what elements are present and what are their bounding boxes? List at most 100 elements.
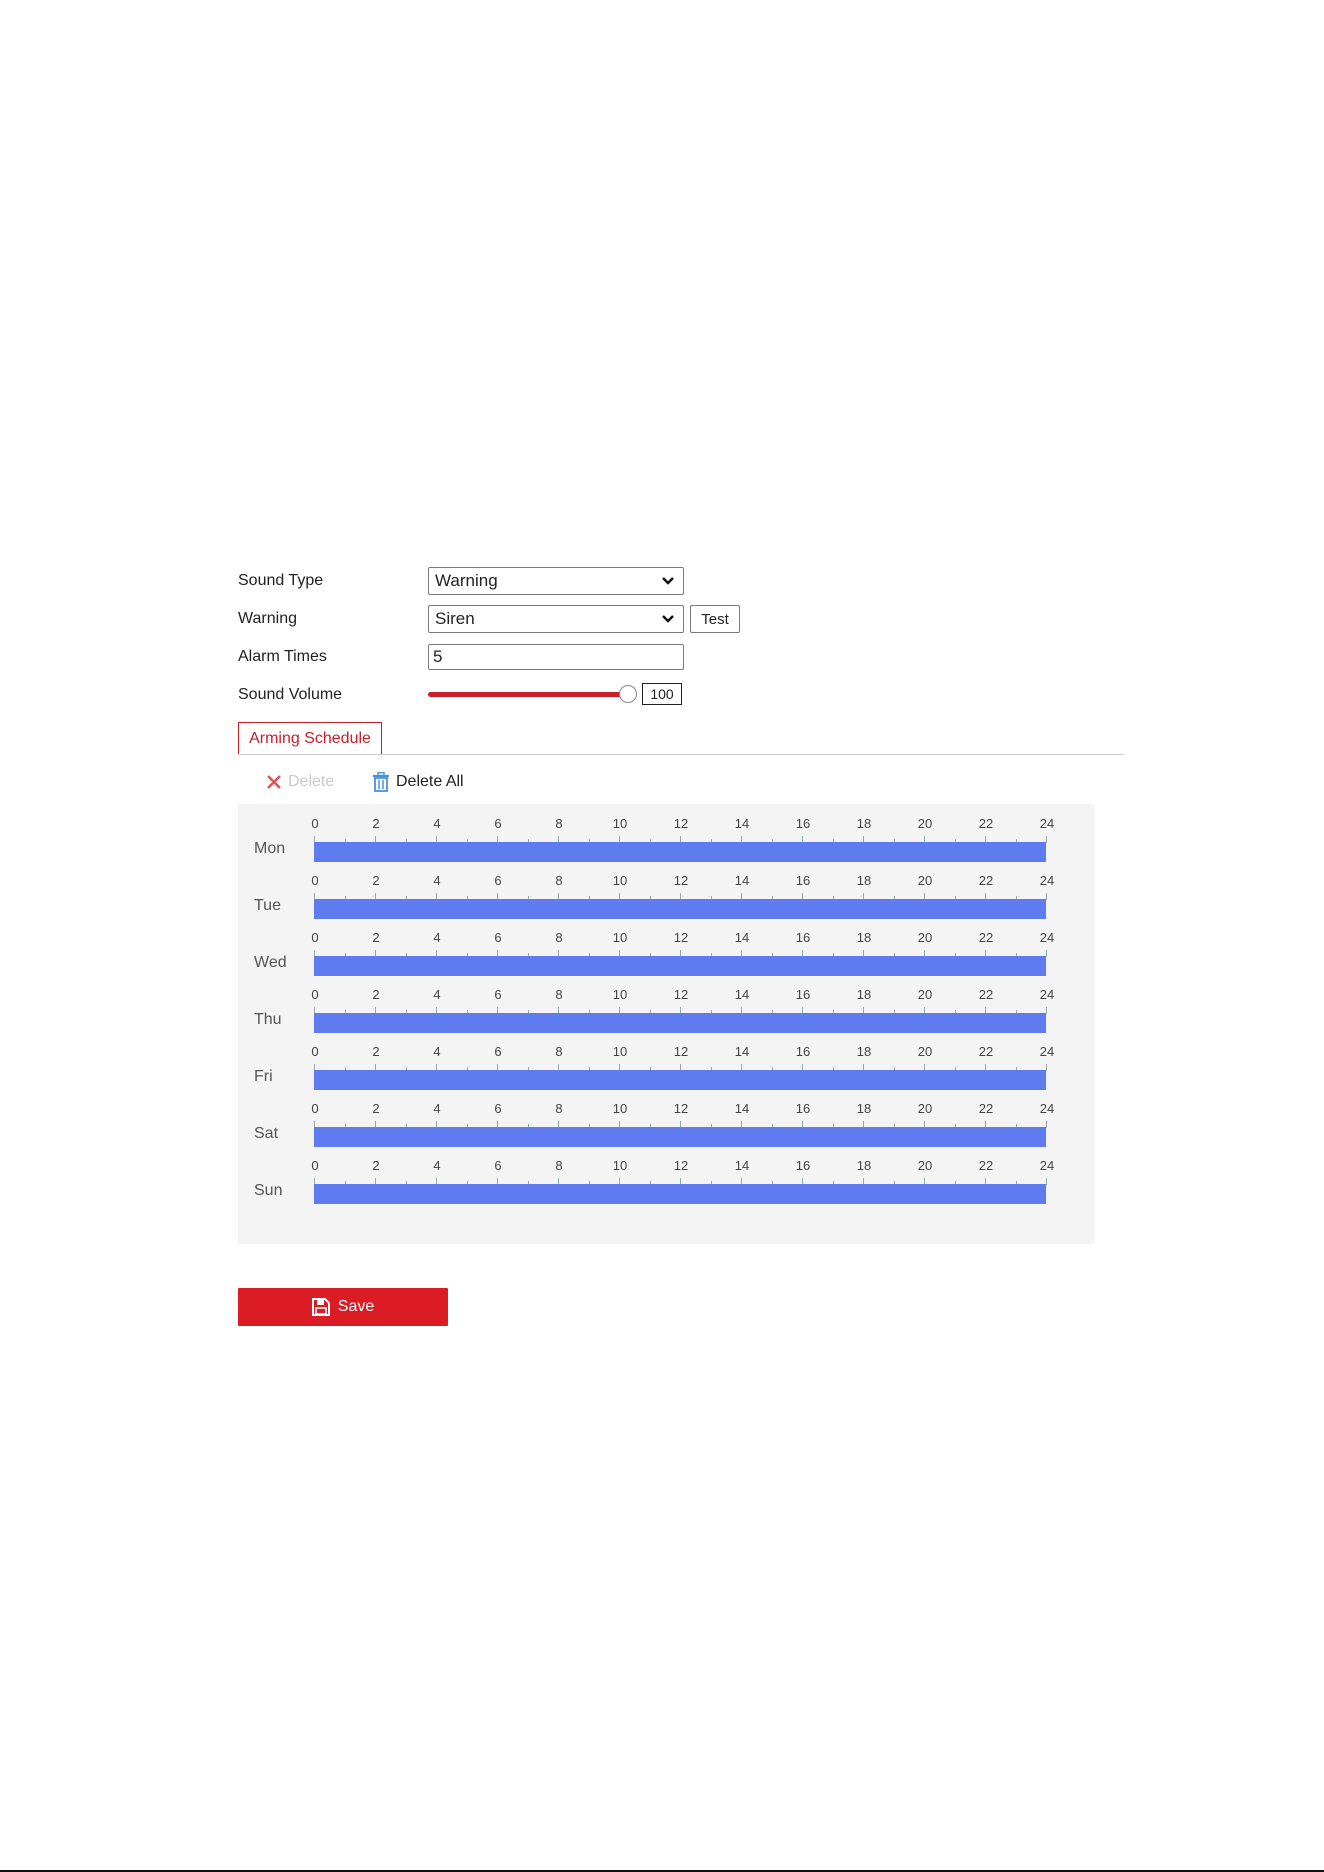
warning-row: Warning xyxy=(238,605,428,633)
warning-select[interactable]: Siren xyxy=(428,605,684,633)
hour-tick-label: 18 xyxy=(856,930,872,945)
schedule-bar[interactable] xyxy=(314,1127,1046,1147)
volume-value-box[interactable]: 100 xyxy=(642,683,682,705)
hour-tick-label: 24 xyxy=(1039,816,1055,831)
hour-tick-mark xyxy=(1046,1064,1047,1071)
hour-tick-label: 20 xyxy=(917,987,933,1002)
schedule-row-sun[interactable]: Sun 0 2 4 6 8 10 12 14 16 18 20 22 24 xyxy=(238,1158,1094,1215)
volume-slider-thumb[interactable] xyxy=(619,685,637,703)
hour-tick-label: 16 xyxy=(795,1044,811,1059)
hour-tick-label: 18 xyxy=(856,816,872,831)
hour-tick-label: 16 xyxy=(795,1101,811,1116)
alarm-times-row: Alarm Times xyxy=(238,643,428,671)
hour-tick-label: 4 xyxy=(433,816,441,831)
schedule-row-wed[interactable]: Wed 0 2 4 6 8 10 12 14 16 18 20 22 24 xyxy=(238,930,1094,987)
hour-tick-label: 12 xyxy=(673,1044,689,1059)
schedule-bar[interactable] xyxy=(314,1013,1046,1033)
hour-tick-label: 20 xyxy=(917,1158,933,1173)
schedule-bar[interactable] xyxy=(314,842,1046,862)
hour-tick-label: 12 xyxy=(673,1158,689,1173)
hour-tick-mark xyxy=(1046,836,1047,843)
hour-tick-label: 14 xyxy=(734,1158,750,1173)
schedule-row-fri[interactable]: Fri 0 2 4 6 8 10 12 14 16 18 20 22 24 xyxy=(238,1044,1094,1101)
hour-tick-label: 8 xyxy=(555,930,563,945)
hour-tick-label: 2 xyxy=(372,987,380,1002)
hour-tick-label: 6 xyxy=(494,1101,502,1116)
save-button[interactable]: Save xyxy=(238,1288,448,1326)
delete-all-button[interactable]: Delete All xyxy=(372,770,464,794)
day-label: Sun xyxy=(254,1182,283,1199)
hour-tick-label: 18 xyxy=(856,1044,872,1059)
save-label: Save xyxy=(337,1298,375,1315)
tab-divider xyxy=(238,754,1124,755)
schedule-bar[interactable] xyxy=(314,956,1046,976)
sound-volume-row: Sound Volume xyxy=(238,681,428,709)
schedule-row-mon[interactable]: Mon 0 2 4 6 8 10 12 14 16 18 20 22 24 xyxy=(238,816,1094,873)
hour-tick-label: 4 xyxy=(433,1044,441,1059)
hour-tick-label: 24 xyxy=(1039,987,1055,1002)
schedule-bar[interactable] xyxy=(314,1184,1046,1204)
delete-all-label: Delete All xyxy=(396,773,464,790)
hour-tick-label: 12 xyxy=(673,1101,689,1116)
hour-tick-label: 0 xyxy=(311,816,319,831)
alarm-times-label: Alarm Times xyxy=(238,648,327,665)
hour-tick-label: 2 xyxy=(372,1044,380,1059)
hour-tick-label: 0 xyxy=(311,1101,319,1116)
arming-schedule-grid[interactable]: Mon 0 2 4 6 8 10 12 14 16 18 20 22 24 Tue 0 2 4 6 8 10 12 14 16… xyxy=(238,804,1094,1244)
hour-tick-label: 2 xyxy=(372,1158,380,1173)
sound-volume-label: Sound Volume xyxy=(238,686,343,703)
hour-tick-label: 8 xyxy=(555,1101,563,1116)
hour-tick-label: 14 xyxy=(734,873,750,888)
hour-tick-label: 2 xyxy=(372,873,380,888)
save-icon xyxy=(311,1298,330,1316)
schedule-row-sat[interactable]: Sat 0 2 4 6 8 10 12 14 16 18 20 22 24 xyxy=(238,1101,1094,1158)
hour-tick-label: 20 xyxy=(917,930,933,945)
schedule-row-thu[interactable]: Thu 0 2 4 6 8 10 12 14 16 18 20 22 24 xyxy=(238,987,1094,1044)
sound-type-select[interactable]: Warning xyxy=(428,567,684,595)
volume-slider-track[interactable] xyxy=(428,692,628,697)
hour-tick-label: 14 xyxy=(734,1044,750,1059)
hour-tick-label: 12 xyxy=(673,930,689,945)
sound-type-value: Warning xyxy=(435,571,498,590)
hour-tick-label: 24 xyxy=(1039,1158,1055,1173)
day-label: Tue xyxy=(254,897,281,914)
sound-type-label: Sound Type xyxy=(238,572,324,589)
hour-tick-label: 24 xyxy=(1039,1044,1055,1059)
hour-tick-label: 4 xyxy=(433,1158,441,1173)
hour-tick-label: 10 xyxy=(612,816,628,831)
hour-tick-label: 8 xyxy=(555,1044,563,1059)
chevron-down-icon xyxy=(662,615,674,623)
hour-tick-label: 14 xyxy=(734,1101,750,1116)
hour-tick-label: 18 xyxy=(856,873,872,888)
hour-tick-label: 6 xyxy=(494,1044,502,1059)
hour-tick-label: 8 xyxy=(555,816,563,831)
hour-tick-label: 22 xyxy=(978,987,994,1002)
hour-tick-label: 0 xyxy=(311,930,319,945)
hour-tick-label: 16 xyxy=(795,930,811,945)
hour-tick-label: 20 xyxy=(917,1101,933,1116)
delete-button[interactable]: Delete xyxy=(266,770,334,794)
hour-tick-mark xyxy=(1046,950,1047,957)
hour-tick-label: 0 xyxy=(311,1044,319,1059)
schedule-row-tue[interactable]: Tue 0 2 4 6 8 10 12 14 16 18 20 22 24 xyxy=(238,873,1094,930)
hour-tick-label: 16 xyxy=(795,1158,811,1173)
hour-tick-label: 20 xyxy=(917,1044,933,1059)
test-button[interactable]: Test xyxy=(690,605,740,633)
hour-tick-label: 8 xyxy=(555,987,563,1002)
day-label: Wed xyxy=(254,954,287,971)
hour-tick-label: 10 xyxy=(612,1101,628,1116)
hour-tick-label: 22 xyxy=(978,1158,994,1173)
warning-label: Warning xyxy=(238,610,297,627)
alarm-times-input[interactable]: 5 xyxy=(428,644,684,670)
tab-arming-schedule[interactable]: Arming Schedule xyxy=(238,722,382,755)
schedule-bar[interactable] xyxy=(314,899,1046,919)
hour-tick-label: 12 xyxy=(673,816,689,831)
sound-type-row: Sound Type xyxy=(238,567,428,595)
hour-tick-label: 4 xyxy=(433,873,441,888)
schedule-bar[interactable] xyxy=(314,1070,1046,1090)
hour-tick-label: 10 xyxy=(612,873,628,888)
hour-tick-mark xyxy=(1046,1007,1047,1014)
hour-tick-label: 6 xyxy=(494,987,502,1002)
hour-tick-label: 4 xyxy=(433,930,441,945)
hour-tick-label: 10 xyxy=(612,1158,628,1173)
